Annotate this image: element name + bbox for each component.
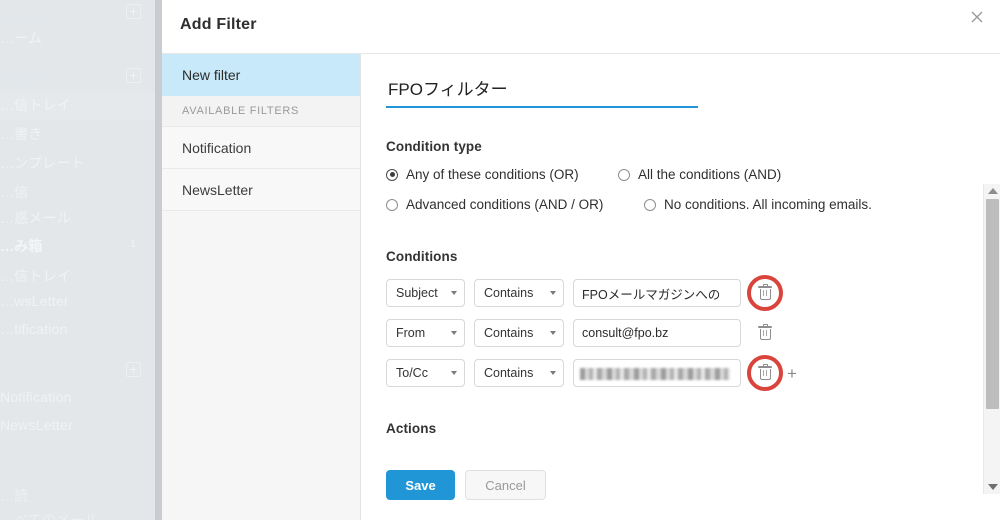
condition-operator-value: Contains — [484, 366, 534, 380]
chevron-down-icon — [451, 291, 457, 295]
nav-item-newsletter[interactable]: NewsLetter — [162, 169, 360, 211]
chevron-down-icon — [550, 331, 556, 335]
radio-all-conditions[interactable]: All the conditions (AND) — [618, 167, 781, 182]
app-sidebar-item: …tification — [0, 321, 68, 337]
radio-advanced-conditions[interactable]: Advanced conditions (AND / OR) — [386, 197, 603, 212]
plus-icon — [126, 4, 141, 19]
app-sidebar-item: …み箱 — [0, 238, 43, 254]
app-sidebar-item: …信トレイ — [0, 97, 71, 113]
app-sidebar-item-count: 1 — [130, 238, 137, 250]
app-sidebar-dimmed: …AMS …ーム …ルダー …信トレイ …書き …ンプレート …信 …惑メール … — [0, 0, 162, 520]
modal-title: Add Filter — [180, 16, 257, 33]
modal-body: New filter AVAILABLE FILTERS Notificatio… — [162, 54, 1000, 520]
nav-section-available-filters: AVAILABLE FILTERS — [162, 96, 360, 127]
conditions-label: Conditions — [386, 249, 458, 264]
condition-value-input[interactable] — [573, 279, 741, 307]
modal-header: Add Filter — [162, 0, 1000, 54]
trash-icon — [758, 364, 772, 381]
scrollbar-thumb[interactable] — [986, 199, 999, 409]
app-sidebar-item: …ンプレート — [0, 155, 85, 171]
nav-item-label: NewsLetter — [182, 181, 253, 198]
radio-label: Advanced conditions (AND / OR) — [406, 197, 604, 212]
chevron-down-icon — [451, 371, 457, 375]
app-sidebar-item: …wsLetter — [0, 293, 69, 309]
condition-operator-select[interactable]: Contains — [474, 319, 564, 347]
app-sidebar-item: …書き — [0, 126, 43, 142]
filter-form: Condition type Any of these conditions (… — [361, 54, 1000, 520]
condition-row: From Contains — [386, 319, 779, 347]
radio-button-icon[interactable] — [618, 168, 630, 181]
condition-row: Subject Contains — [386, 275, 783, 311]
scroll-down-arrow-icon[interactable] — [984, 480, 1000, 494]
condition-operator-value: Contains — [484, 326, 534, 340]
app-sidebar-item: NewsLetter — [0, 417, 73, 433]
cancel-button[interactable]: Cancel — [465, 470, 546, 500]
radio-label: No conditions. All incoming emails. — [664, 197, 872, 212]
plus-icon — [126, 68, 141, 83]
condition-field-select[interactable]: To/Cc — [386, 359, 465, 387]
filters-nav: New filter AVAILABLE FILTERS Notificatio… — [162, 54, 361, 520]
delete-condition-button[interactable] — [747, 275, 783, 311]
nav-item-label: Notification — [182, 139, 252, 156]
radio-any-of-these[interactable]: Any of these conditions (OR) — [386, 167, 579, 182]
condition-value-input[interactable] — [573, 319, 741, 347]
app-sidebar-item: …信 — [0, 184, 29, 200]
condition-value-input-redacted[interactable] — [573, 359, 741, 387]
condition-operator-select[interactable]: Contains — [474, 359, 564, 387]
radio-button-icon[interactable] — [644, 198, 656, 211]
condition-field-select[interactable]: Subject — [386, 279, 465, 307]
app-sidebar-item: …惑メール — [0, 210, 71, 226]
nav-item-notification[interactable]: Notification — [162, 127, 360, 169]
delete-condition-button[interactable] — [747, 355, 783, 391]
close-icon[interactable] — [964, 4, 990, 30]
redacted-text — [580, 368, 730, 380]
condition-type-label: Condition type — [386, 139, 482, 154]
trash-icon — [758, 324, 772, 341]
plus-icon — [126, 362, 141, 377]
radio-button-icon[interactable] — [386, 198, 398, 211]
nav-item-label: New filter — [182, 66, 241, 83]
condition-field-select[interactable]: From — [386, 319, 465, 347]
actions-label: Actions — [386, 421, 437, 436]
condition-operator-select[interactable]: Contains — [474, 279, 564, 307]
scroll-up-arrow-icon[interactable] — [984, 184, 1000, 198]
condition-field-value: To/Cc — [396, 366, 428, 380]
add-filter-modal: Add Filter New filter AVAILABLE FILTERS … — [162, 0, 1000, 520]
radio-button-icon[interactable] — [386, 168, 398, 181]
delete-condition-button[interactable] — [751, 319, 779, 347]
action-buttons: Save Cancel — [361, 470, 1000, 502]
add-condition-button[interactable]: + — [787, 365, 797, 382]
nav-section-label: AVAILABLE FILTERS — [182, 105, 300, 117]
app-sidebar-item: Notification — [0, 389, 72, 405]
app-sidebar-item: …べてのメール — [0, 512, 99, 520]
chevron-down-icon — [451, 331, 457, 335]
condition-row: To/Cc Contains + — [386, 355, 797, 391]
nav-item-new-filter[interactable]: New filter — [162, 54, 360, 96]
app-sidebar-item: …読 — [0, 488, 29, 504]
chevron-down-icon — [550, 371, 556, 375]
radio-label: Any of these conditions (OR) — [406, 167, 579, 182]
save-button[interactable]: Save — [386, 470, 455, 500]
app-sidebar-item: …ルダー — [0, 73, 47, 85]
trash-icon — [758, 284, 772, 301]
filter-name-input[interactable] — [386, 74, 698, 108]
modal-scrollbar[interactable] — [983, 184, 1000, 494]
condition-operator-value: Contains — [484, 286, 534, 300]
screen-root: …AMS …ーム …ルダー …信トレイ …書き …ンプレート …信 …惑メール … — [0, 0, 1000, 520]
radio-no-conditions[interactable]: No conditions. All incoming emails. — [644, 197, 872, 212]
condition-field-value: From — [396, 326, 426, 340]
app-sidebar-item: …AMS — [0, 14, 38, 26]
app-sidebar-item: …信トレイ — [0, 268, 71, 284]
sidebar-edge — [155, 0, 162, 520]
chevron-down-icon — [550, 291, 556, 295]
condition-field-value: Subject — [396, 286, 438, 300]
app-sidebar-item: …ーム — [0, 30, 43, 46]
radio-label: All the conditions (AND) — [638, 167, 782, 182]
